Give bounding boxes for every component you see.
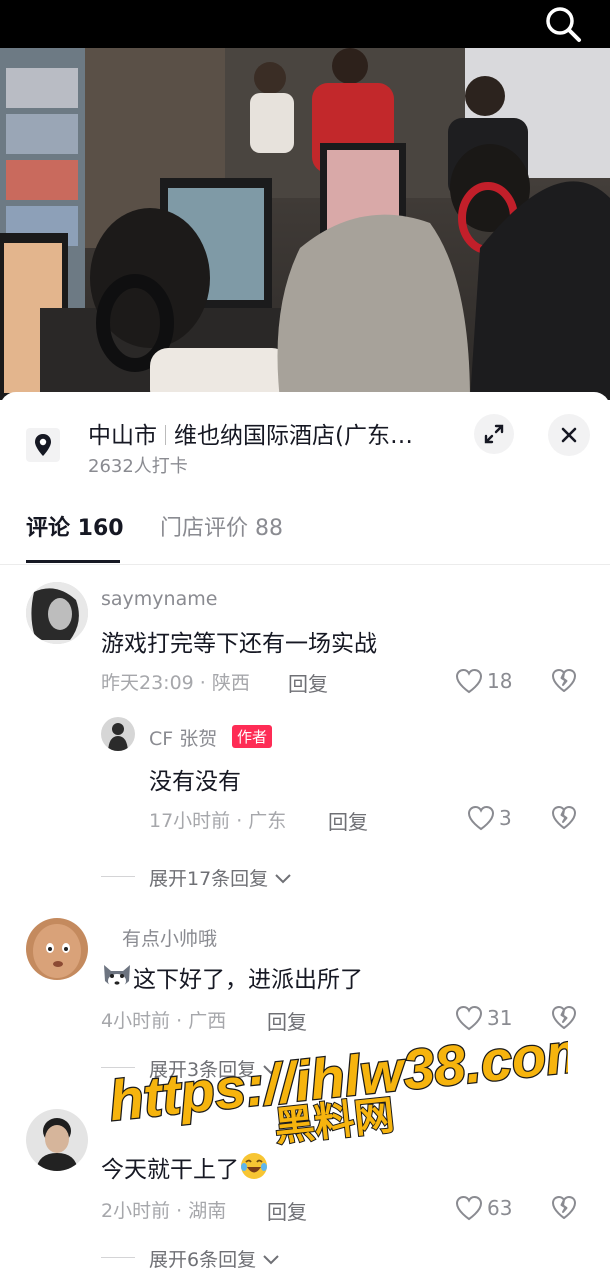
expand-replies-label: 展开17条回复 <box>149 868 269 890</box>
close-button[interactable] <box>548 414 590 456</box>
tab-comments[interactable]: 评论 160 <box>26 510 124 542</box>
search-icon[interactable] <box>544 6 584 44</box>
comment-meta: 2小时前 · 湖南 <box>101 1200 227 1222</box>
top-bar <box>0 0 610 48</box>
reply-meta: 17小时前 · 广东 <box>149 810 287 832</box>
close-icon <box>561 427 577 443</box>
expand-divider <box>101 876 135 877</box>
expand-button[interactable] <box>474 414 514 454</box>
avatar[interactable] <box>101 717 135 751</box>
husky-emoji-icon <box>104 965 130 988</box>
tab-divider <box>0 564 610 565</box>
comment-meta: 4小时前 · 广西 <box>101 1010 227 1032</box>
avatar[interactable] <box>26 1109 88 1171</box>
comment-meta: 昨天23:09 · 陕西 <box>101 672 250 694</box>
comment-text: 今天就干上了 <box>101 1150 269 1184</box>
reply-button[interactable]: 回复 <box>267 1006 307 1035</box>
chevron-down-icon <box>263 1255 279 1265</box>
reply-button[interactable]: 回复 <box>288 668 328 697</box>
comments-sheet: 中山市 维也纳国际酒店(广东… 2632人打卡 评论 160 门店评价 88 sa… <box>0 392 610 1280</box>
reply-button[interactable]: 回复 <box>328 806 368 835</box>
comment-text-body: 今天就干上了 <box>101 1157 239 1183</box>
expand-replies-button[interactable]: 展开6条回复 <box>149 1245 280 1272</box>
comment-text: 游戏打完等下还有一场实战 <box>101 631 377 657</box>
tab-reviews[interactable]: 门店评价 88 <box>160 510 283 542</box>
location-city: 中山市 <box>88 423 157 449</box>
reply-username[interactable]: CF 张贺 <box>149 724 217 751</box>
broken-heart-icon[interactable] <box>550 1194 578 1222</box>
expand-divider <box>101 1067 135 1068</box>
location-pin-icon <box>26 428 60 462</box>
comment-username[interactable]: saymyname <box>101 588 217 610</box>
broken-heart-icon[interactable] <box>550 667 578 695</box>
comment-username[interactable]: 有点小帅哦 <box>122 924 217 951</box>
broken-heart-icon[interactable] <box>550 804 578 832</box>
avatar[interactable] <box>26 918 88 980</box>
avatar[interactable] <box>26 582 88 644</box>
heart-icon[interactable] <box>454 667 484 695</box>
like-count: 3 <box>499 806 512 830</box>
expand-divider <box>101 1257 135 1258</box>
location-title[interactable]: 中山市 维也纳国际酒店(广东… <box>88 416 413 450</box>
title-separator <box>165 425 166 445</box>
checkin-count: 2632人打卡 <box>88 456 188 477</box>
expand-replies-label: 展开6条回复 <box>149 1249 257 1271</box>
comment-text-body: 这下好了，进派出所了 <box>133 967 363 993</box>
expand-replies-label: 展开3条回复 <box>149 1059 257 1081</box>
expand-replies-button[interactable]: 展开17条回复 <box>149 864 292 891</box>
comment-text: 这下好了，进派出所了 <box>101 960 363 994</box>
laughing-tears-emoji-icon <box>241 1153 267 1179</box>
reply-button[interactable]: 回复 <box>267 1196 307 1225</box>
heart-icon[interactable] <box>454 1194 484 1222</box>
chevron-down-icon <box>275 874 291 884</box>
expand-replies-button[interactable]: 展开3条回复 <box>149 1055 280 1082</box>
chevron-down-icon <box>263 1065 279 1075</box>
tab-active-indicator <box>26 560 120 563</box>
like-count: 31 <box>487 1006 513 1030</box>
expand-icon <box>484 424 504 444</box>
reply-text: 没有没有 <box>149 769 241 795</box>
broken-heart-icon[interactable] <box>550 1004 578 1032</box>
heart-icon[interactable] <box>466 804 496 832</box>
heart-icon[interactable] <box>454 1004 484 1032</box>
location-place: 维也纳国际酒店(广东… <box>174 423 413 449</box>
author-badge: 作者 <box>232 725 273 748</box>
like-count: 63 <box>487 1196 513 1220</box>
like-count: 18 <box>487 669 513 693</box>
scene-photo <box>0 48 610 400</box>
